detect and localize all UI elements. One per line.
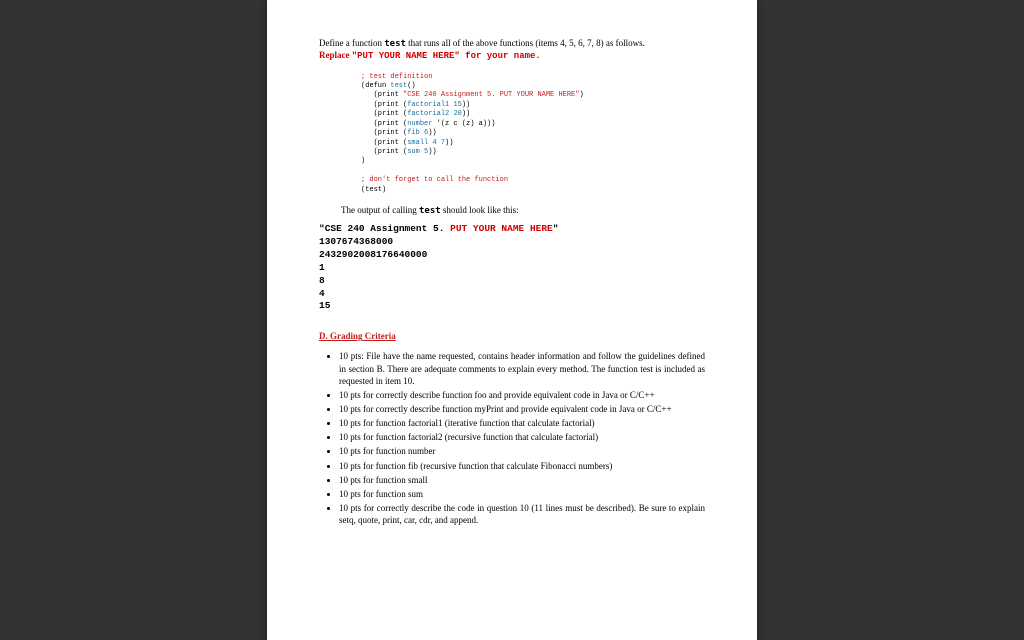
replace-quote: "PUT YOUR NAME HERE": [352, 51, 460, 61]
grading-list: 10 pts: File have the name requested, co…: [329, 350, 705, 526]
code-block: ; test definition (defun test() (print "…: [361, 73, 705, 196]
intro-text-pre: Define a function: [319, 38, 384, 48]
grading-item: 10 pts for correctly describe the code i…: [339, 502, 705, 526]
expected-output: "CSE 240 Assignment 5. PUT YOUR NAME HER…: [319, 223, 705, 313]
replace-post: for your name.: [460, 51, 541, 61]
output-value: 2432902008176640000: [319, 249, 427, 260]
output-value: 1307674368000: [319, 236, 393, 247]
intro-paragraph: Define a function test that runs all of …: [319, 38, 705, 63]
output-lead-post: should look like this:: [441, 205, 519, 215]
grading-item: 10 pts for correctly describe function f…: [339, 389, 705, 401]
grading-item: 10 pts for function sum: [339, 488, 705, 500]
grading-item: 10 pts: File have the name requested, co…: [339, 350, 705, 386]
grading-item: 10 pts for function factorial2 (recursiv…: [339, 431, 705, 443]
intro-code-word: test: [384, 39, 406, 49]
output-value: 15: [319, 300, 330, 311]
intro-text-post: that runs all of the above functions (it…: [406, 38, 645, 48]
grading-item: 10 pts for correctly describe function m…: [339, 403, 705, 415]
output-lead: The output of calling test should look l…: [341, 205, 705, 217]
output-value: 1: [319, 262, 325, 273]
output-value: 4: [319, 288, 325, 299]
code-comment-1: ; test definition: [361, 73, 432, 81]
grading-item: 10 pts for function factorial1 (iterativ…: [339, 417, 705, 429]
replace-instruction: Replace "PUT YOUR NAME HERE" for your na…: [319, 50, 541, 60]
output-value: 8: [319, 275, 325, 286]
output-lead-code: test: [419, 206, 441, 216]
grading-item: 10 pts for function number: [339, 445, 705, 457]
document-page: Define a function test that runs all of …: [267, 0, 757, 640]
section-heading-grading: D. Grading Criteria: [319, 331, 705, 342]
pdf-viewer: Define a function test that runs all of …: [0, 0, 1024, 640]
grading-item: 10 pts for function fib (recursive funct…: [339, 460, 705, 472]
grading-item: 10 pts for function small: [339, 474, 705, 486]
output-lead-pre: The output of calling: [341, 205, 419, 215]
replace-pre: Replace: [319, 50, 352, 60]
code-comment-2: ; don't forget to call the function: [361, 176, 508, 184]
